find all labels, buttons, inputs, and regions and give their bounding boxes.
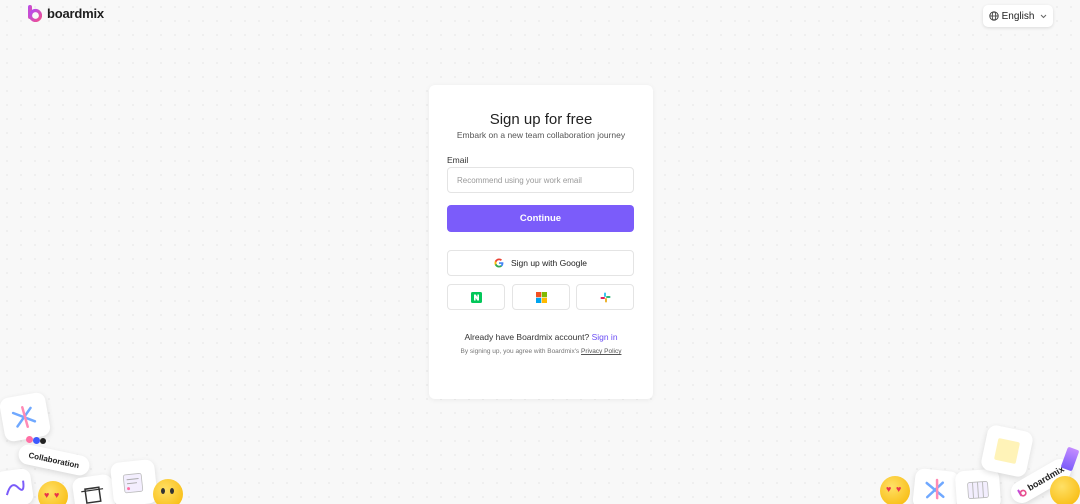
globe-icon bbox=[988, 11, 999, 21]
signup-title: Sign up for free bbox=[489, 111, 593, 128]
sparkle-icon bbox=[11, 406, 37, 428]
sticky-note-icon bbox=[994, 438, 1020, 464]
naver-icon bbox=[470, 291, 482, 303]
brand-logo[interactable]: boardmix bbox=[27, 5, 104, 22]
slack-signup-button[interactable] bbox=[576, 284, 634, 310]
microsoft-icon bbox=[535, 291, 547, 303]
signup-subtitle: Embark on a new team collaboration journ… bbox=[456, 130, 626, 140]
brand-name: boardmix bbox=[47, 6, 104, 21]
privacy-policy-link[interactable]: Privacy Policy bbox=[581, 348, 621, 355]
signin-link[interactable]: Sign in bbox=[592, 332, 618, 342]
microsoft-signup-button[interactable] bbox=[512, 284, 570, 310]
emoji-right-edge-icon bbox=[1050, 476, 1080, 504]
decor-cursor-dots-icon bbox=[26, 436, 48, 444]
decor-sticker-note-right bbox=[979, 423, 1035, 479]
sparkle-right-icon bbox=[925, 478, 945, 500]
party-popper-icon bbox=[1060, 444, 1080, 472]
account-prompt-text: Already have Boardmix account? bbox=[464, 332, 590, 342]
heart-eyes-emoji-right-icon: ♥ ♥ bbox=[880, 476, 910, 504]
collaboration-tag-label: Collaboration bbox=[27, 450, 81, 470]
language-selector[interactable]: English bbox=[983, 5, 1053, 27]
frame-icon bbox=[81, 486, 104, 504]
surprised-emoji-icon bbox=[153, 479, 183, 504]
naver-signup-button[interactable] bbox=[447, 284, 505, 310]
table-card-icon bbox=[967, 481, 989, 499]
decor-sticker-note bbox=[109, 458, 159, 504]
chevron-down-icon bbox=[1041, 14, 1047, 18]
slack-icon bbox=[600, 292, 610, 302]
decor-sticker-frame bbox=[71, 473, 117, 504]
decor-sticker-table bbox=[954, 468, 1002, 504]
continue-button[interactable]: Continue bbox=[447, 205, 634, 232]
email-field[interactable] bbox=[447, 167, 634, 193]
decor-sticker-pen bbox=[0, 467, 35, 504]
note-card-icon bbox=[122, 473, 144, 494]
signin-prompt: Already have Boardmix account? Sign in bbox=[429, 332, 653, 342]
terms-text: By signing up, you agree with Boardmix's bbox=[460, 348, 580, 355]
boardmix-tag-logo-icon bbox=[1017, 489, 1027, 497]
decor-sticker-sparkle bbox=[0, 391, 52, 443]
decor-sticker-sparkle-right bbox=[912, 467, 960, 504]
boardmix-logo-icon bbox=[28, 5, 42, 22]
language-label: English bbox=[1001, 10, 1035, 22]
heart-eyes-emoji-icon: ♥ ♥ bbox=[38, 481, 68, 504]
google-icon bbox=[494, 258, 504, 268]
pen-scribble-icon bbox=[5, 480, 25, 496]
google-signup-label: Sign up with Google bbox=[510, 258, 588, 268]
google-signup-button[interactable]: Sign up with Google bbox=[447, 250, 634, 276]
signup-card: Sign up for free Embark on a new team co… bbox=[429, 85, 653, 399]
email-label: Email bbox=[447, 155, 469, 165]
terms-notice: By signing up, you agree with Boardmix's… bbox=[429, 348, 653, 355]
